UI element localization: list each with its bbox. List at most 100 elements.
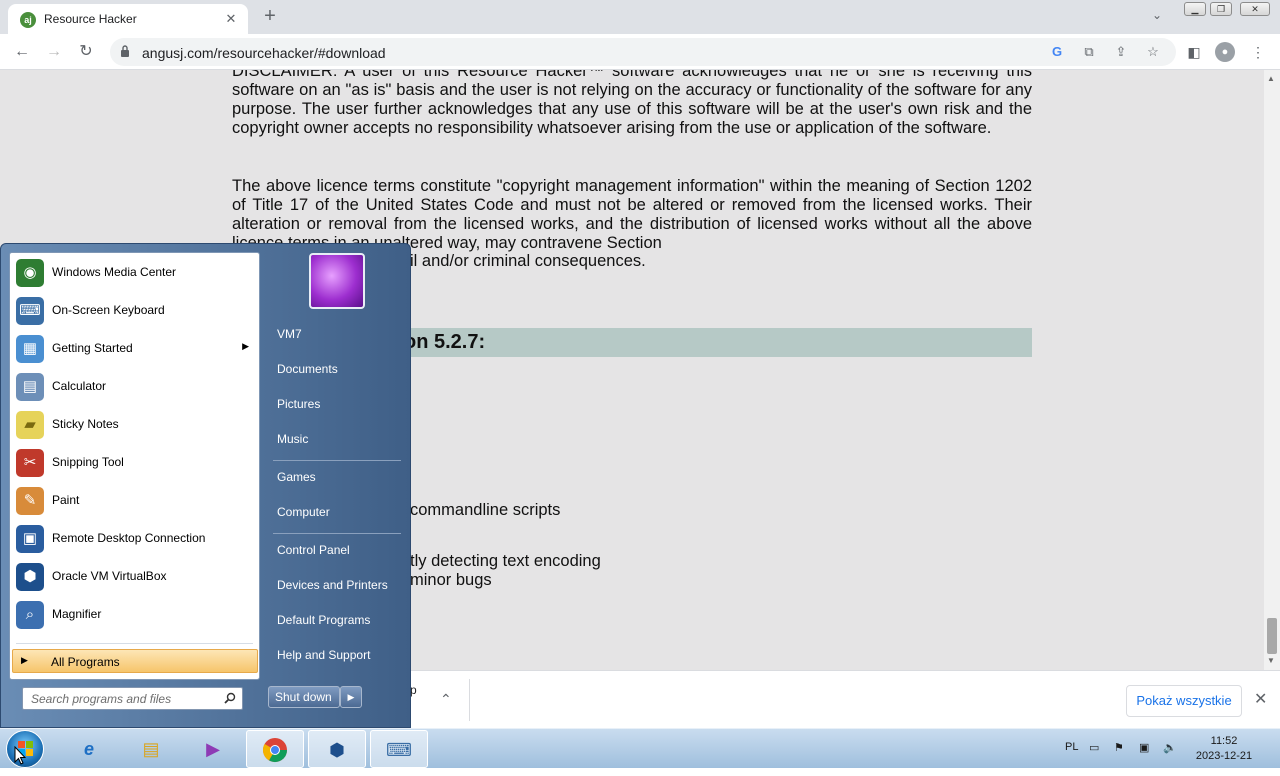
start-link-devices-printers[interactable]: Devices and Printers <box>267 571 405 601</box>
start-link-label: VM7 <box>277 327 302 341</box>
program-label: Getting Started <box>52 341 133 355</box>
keyboard-taskbar-icon[interactable]: ⌨ <box>370 730 428 768</box>
shutdown-options-arrow-icon[interactable]: ▶ <box>340 686 362 708</box>
clock[interactable]: 11:52 2023-12-21 <box>1194 734 1254 764</box>
keyboard-icon: ⌨ <box>16 297 44 325</box>
download-chevron-icon[interactable]: ⌃ <box>440 691 452 708</box>
magnifier-icon: ⌕ <box>16 601 44 629</box>
scroll-thumb[interactable] <box>1267 618 1277 654</box>
bookmark-star-icon[interactable]: ☆ <box>1144 43 1162 61</box>
start-link-user[interactable]: VM7 <box>267 320 405 350</box>
taskbar: e ▤ ▶ ⬢ ⌨ PL ▭ ⚑ ▣ 🔈 11:52 2023-12-21 <box>0 728 1280 768</box>
back-arrow-icon[interactable]: ← <box>12 42 32 62</box>
program-magnifier[interactable]: ⌕ Magnifier <box>10 597 259 633</box>
media-player-icon[interactable]: ▶ <box>184 730 242 768</box>
start-link-label: Pictures <box>277 397 321 411</box>
window-close-button[interactable]: ✕ <box>1240 2 1270 16</box>
start-link-label: Default Programs <box>277 613 371 627</box>
translate-icon[interactable]: ⧉ <box>1080 43 1098 61</box>
program-label: Magnifier <box>52 607 102 621</box>
program-remote-desktop[interactable]: ▣ Remote Desktop Connection <box>10 521 259 557</box>
tab-strip: aj Resource Hacker ✕ + ⌄ ▁ ❐ ✕ <box>0 0 1280 34</box>
start-link-help-support[interactable]: Help and Support <box>267 641 405 671</box>
restore-button[interactable]: ❐ <box>1210 2 1232 16</box>
tab-close-icon[interactable]: ✕ <box>222 10 240 28</box>
start-menu: ◉ Windows Media Center ⌨ On-Screen Keybo… <box>0 243 411 728</box>
start-link-default-programs[interactable]: Default Programs <box>267 606 405 636</box>
program-snipping-tool[interactable]: ✂ Snipping Tool <box>10 445 259 481</box>
virtualbox-icon: ⬢ <box>16 563 44 591</box>
start-link-games[interactable]: Games <box>267 463 405 493</box>
profile-avatar-icon[interactable]: ● <box>1215 42 1235 62</box>
start-link-label: Devices and Printers <box>277 578 388 592</box>
minimize-button[interactable]: ▁ <box>1184 2 1206 16</box>
browser-tab[interactable]: aj Resource Hacker ✕ <box>8 4 248 34</box>
explorer-folder-icon[interactable]: ▤ <box>122 730 180 768</box>
program-label: Calculator <box>52 379 107 393</box>
page-scrollbar[interactable]: ▲ ▼ <box>1264 70 1280 670</box>
scissors-icon: ✂ <box>16 449 44 477</box>
side-panel-icon[interactable]: ◧ <box>1184 42 1204 62</box>
url-text: angusj.com/resourcehacker/#download <box>142 45 386 61</box>
reload-icon[interactable]: ↻ <box>76 42 96 62</box>
all-programs-label: All Programs <box>51 655 120 669</box>
downloads-close-icon[interactable]: ✕ <box>1254 689 1267 709</box>
start-menu-programs-pane: ◉ Windows Media Center ⌨ On-Screen Keybo… <box>9 252 260 680</box>
licence-paragraph: The above licence terms constitute "copy… <box>232 177 1032 252</box>
scroll-up-icon[interactable]: ▲ <box>1267 74 1275 83</box>
start-link-label: Documents <box>277 362 338 376</box>
virtualbox-taskbar-icon[interactable]: ⬢ <box>308 730 366 768</box>
shutdown-button[interactable]: Shut down <box>268 686 340 708</box>
scroll-down-icon[interactable]: ▼ <box>1267 656 1275 665</box>
internet-explorer-icon[interactable]: e <box>60 730 118 768</box>
volume-muted-icon[interactable]: 🔈 <box>1163 741 1177 754</box>
divider <box>273 460 401 461</box>
program-label: Windows Media Center <box>52 265 177 279</box>
divider <box>469 679 470 721</box>
program-sticky-notes[interactable]: ▰ Sticky Notes <box>10 407 259 443</box>
paint-icon: ✎ <box>16 487 44 515</box>
start-link-documents[interactable]: Documents <box>267 355 405 385</box>
search-icon <box>224 692 236 704</box>
program-calculator[interactable]: ▤ Calculator <box>10 369 259 405</box>
start-link-label: Computer <box>277 505 330 519</box>
start-link-label: Help and Support <box>277 648 371 662</box>
menu-kebab-icon[interactable]: ⋮ <box>1248 42 1268 62</box>
new-tab-button[interactable]: + <box>260 6 280 26</box>
share-icon[interactable]: ⇪ <box>1112 43 1130 61</box>
language-indicator[interactable]: PL <box>1065 741 1078 753</box>
browser-toolbar: ← → ↻ angusj.com/resourcehacker/#downloa… <box>0 34 1280 70</box>
version-heading: on 5.2.7: <box>404 331 486 353</box>
all-programs-button[interactable]: ▶ All Programs <box>12 649 258 673</box>
submenu-arrow-icon: ▶ <box>242 341 249 351</box>
forward-arrow-icon[interactable]: → <box>44 42 64 62</box>
start-link-pictures[interactable]: Pictures <box>267 390 405 420</box>
divider <box>273 533 401 534</box>
user-picture[interactable] <box>309 253 365 309</box>
show-all-button[interactable]: Pokaż wszystkie <box>1126 685 1242 717</box>
keyboard-tray-icon[interactable]: ▭ <box>1089 741 1099 754</box>
tab-title: Resource Hacker <box>44 12 137 26</box>
program-label: On-Screen Keyboard <box>52 303 165 317</box>
changelog-item: commandline scripts <box>410 501 561 519</box>
program-on-screen-keyboard[interactable]: ⌨ On-Screen Keyboard <box>10 293 259 329</box>
clock-time: 11:52 <box>1210 735 1238 747</box>
program-paint[interactable]: ✎ Paint <box>10 483 259 519</box>
remote-desktop-icon: ▣ <box>16 525 44 553</box>
network-icon[interactable]: ▣ <box>1139 741 1149 754</box>
tab-search-chevron-icon[interactable]: ⌄ <box>1152 8 1162 22</box>
start-search-input[interactable]: Search programs and files <box>22 687 243 710</box>
start-link-control-panel[interactable]: Control Panel <box>267 536 405 566</box>
program-windows-media-center[interactable]: ◉ Windows Media Center <box>10 255 259 291</box>
action-center-flag-icon[interactable]: ⚑ <box>1114 741 1124 754</box>
program-virtualbox[interactable]: ⬢ Oracle VM VirtualBox <box>10 559 259 595</box>
start-link-music[interactable]: Music <box>267 425 405 455</box>
program-getting-started[interactable]: ▦ Getting Started ▶ <box>10 331 259 367</box>
start-link-computer[interactable]: Computer <box>267 498 405 528</box>
address-bar[interactable]: angusj.com/resourcehacker/#download G ⧉ … <box>110 38 1176 66</box>
start-link-label: Control Panel <box>277 543 350 557</box>
divider <box>16 643 253 644</box>
favicon-icon: aj <box>20 12 36 28</box>
chrome-icon[interactable] <box>246 730 304 768</box>
google-icon[interactable]: G <box>1048 43 1066 61</box>
